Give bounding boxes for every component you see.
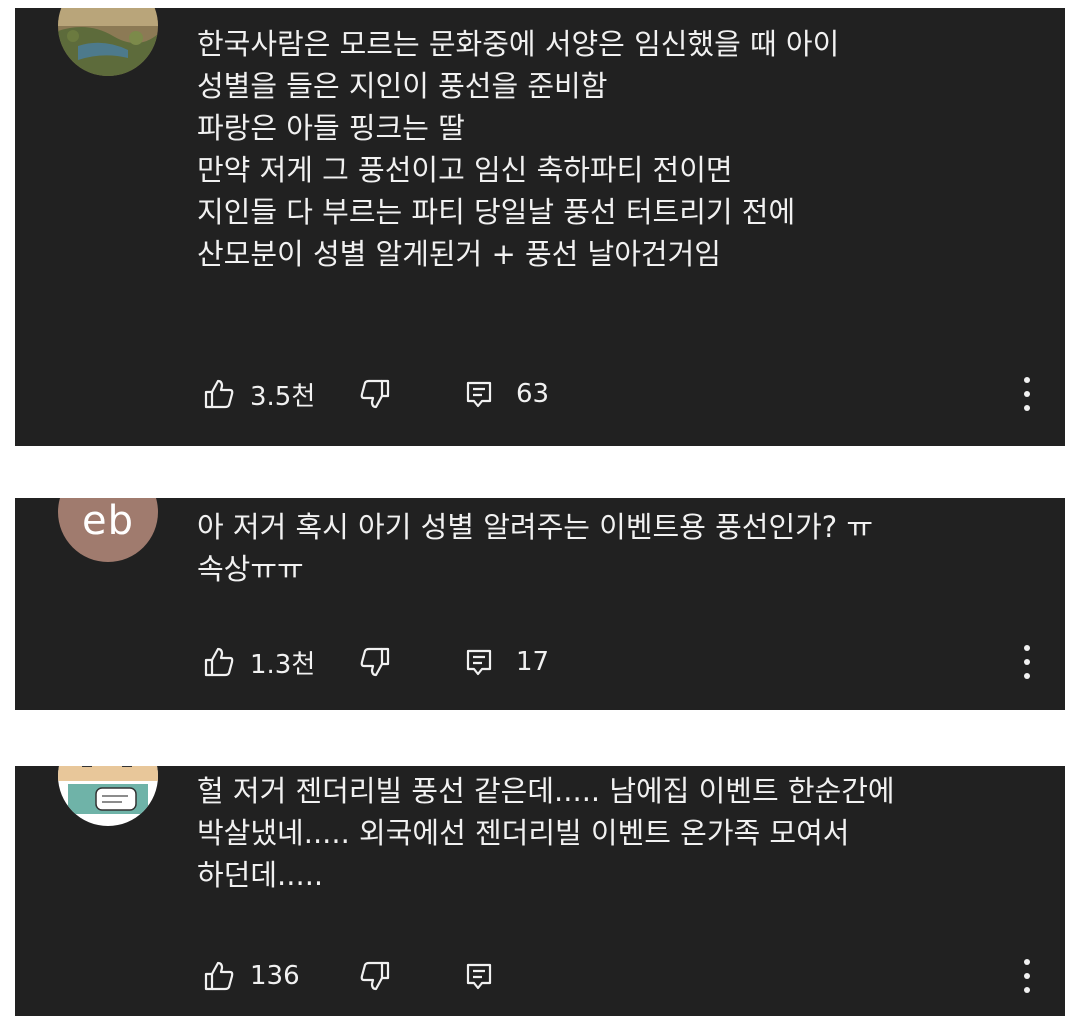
thumbs-down-icon[interactable] (358, 959, 392, 993)
comment-line: 지인들 다 부르는 파티 당일날 풍선 터트리기 전에 (197, 195, 796, 229)
comment-line: 성별을 들은 지인이 풍선을 준비함 (197, 69, 608, 103)
like-count: 136 (250, 961, 300, 991)
cartoon-character-avatar (58, 766, 158, 826)
comment-card: eb 아 저거 혹시 아기 성별 알려주는 이벤트용 풍선인가? ㅠ 속상ㅠㅠ … (15, 498, 1065, 710)
thumbs-up-icon[interactable] (202, 959, 236, 993)
more-options-icon[interactable] (1023, 377, 1031, 411)
comment-actions: 3.5천 63 (202, 374, 1065, 414)
reply-icon[interactable] (462, 645, 496, 679)
more-options-icon[interactable] (1023, 645, 1031, 679)
thumbs-up-icon[interactable] (202, 645, 236, 679)
like-count: 3.5천 (250, 381, 316, 412)
comment-line: 산모분이 성별 알게된거 + 풍선 날아건거임 (197, 237, 721, 271)
comment-text: 헐 저거 젠더리빌 풍선 같은데..... 남에집 이벤트 한순간에 박살냈네.… (197, 770, 1025, 896)
landscape-photo-avatar (58, 8, 158, 76)
comment-line: 하던데..... (197, 858, 324, 892)
comment-card: 헐 저거 젠더리빌 풍선 같은데..... 남에집 이벤트 한순간에 박살냈네.… (15, 766, 1065, 1016)
comment-card: 한국사람은 모르는 문화중에 서양은 임신했을 때 아이 성별을 들은 지인이 … (15, 8, 1065, 446)
reply-count: 63 (516, 379, 550, 409)
comment-line: 박살냈네..... 외국에선 젠더리빌 이벤트 온가족 모여서 (197, 816, 850, 850)
avatar[interactable]: eb (58, 498, 158, 562)
comment-line: 파랑은 아들 핑크는 딸 (197, 111, 465, 145)
comment-text: 아 저거 혹시 아기 성별 알려주는 이벤트용 풍선인가? ㅠ 속상ㅠㅠ (197, 506, 1025, 590)
more-options-icon[interactable] (1023, 959, 1031, 993)
avatar[interactable] (58, 8, 158, 76)
like-count: 1.3천 (250, 649, 316, 680)
comment-actions: 1.3천 17 (202, 642, 1065, 682)
avatar[interactable] (58, 766, 158, 826)
comment-line: 만약 저게 그 풍선이고 임신 축하파티 전이면 (197, 153, 733, 187)
thumbs-down-icon[interactable] (358, 377, 392, 411)
comment-line: 아 저거 혹시 아기 성별 알려주는 이벤트용 풍선인가? ㅠ (197, 510, 874, 544)
comment-line: 속상ㅠㅠ (197, 552, 304, 586)
comment-line: 한국사람은 모르는 문화중에 서양은 임신했을 때 아이 (197, 27, 840, 61)
reply-count: 17 (516, 647, 550, 677)
thumbs-down-icon[interactable] (358, 645, 392, 679)
reply-icon[interactable] (462, 377, 496, 411)
comment-text: 한국사람은 모르는 문화중에 서양은 임신했을 때 아이 성별을 들은 지인이 … (197, 23, 1025, 275)
thumbs-up-icon[interactable] (202, 377, 236, 411)
comment-actions: 136 (202, 956, 1065, 996)
reply-icon[interactable] (462, 959, 496, 993)
comment-line: 헐 저거 젠더리빌 풍선 같은데..... 남에집 이벤트 한순간에 (197, 774, 895, 808)
